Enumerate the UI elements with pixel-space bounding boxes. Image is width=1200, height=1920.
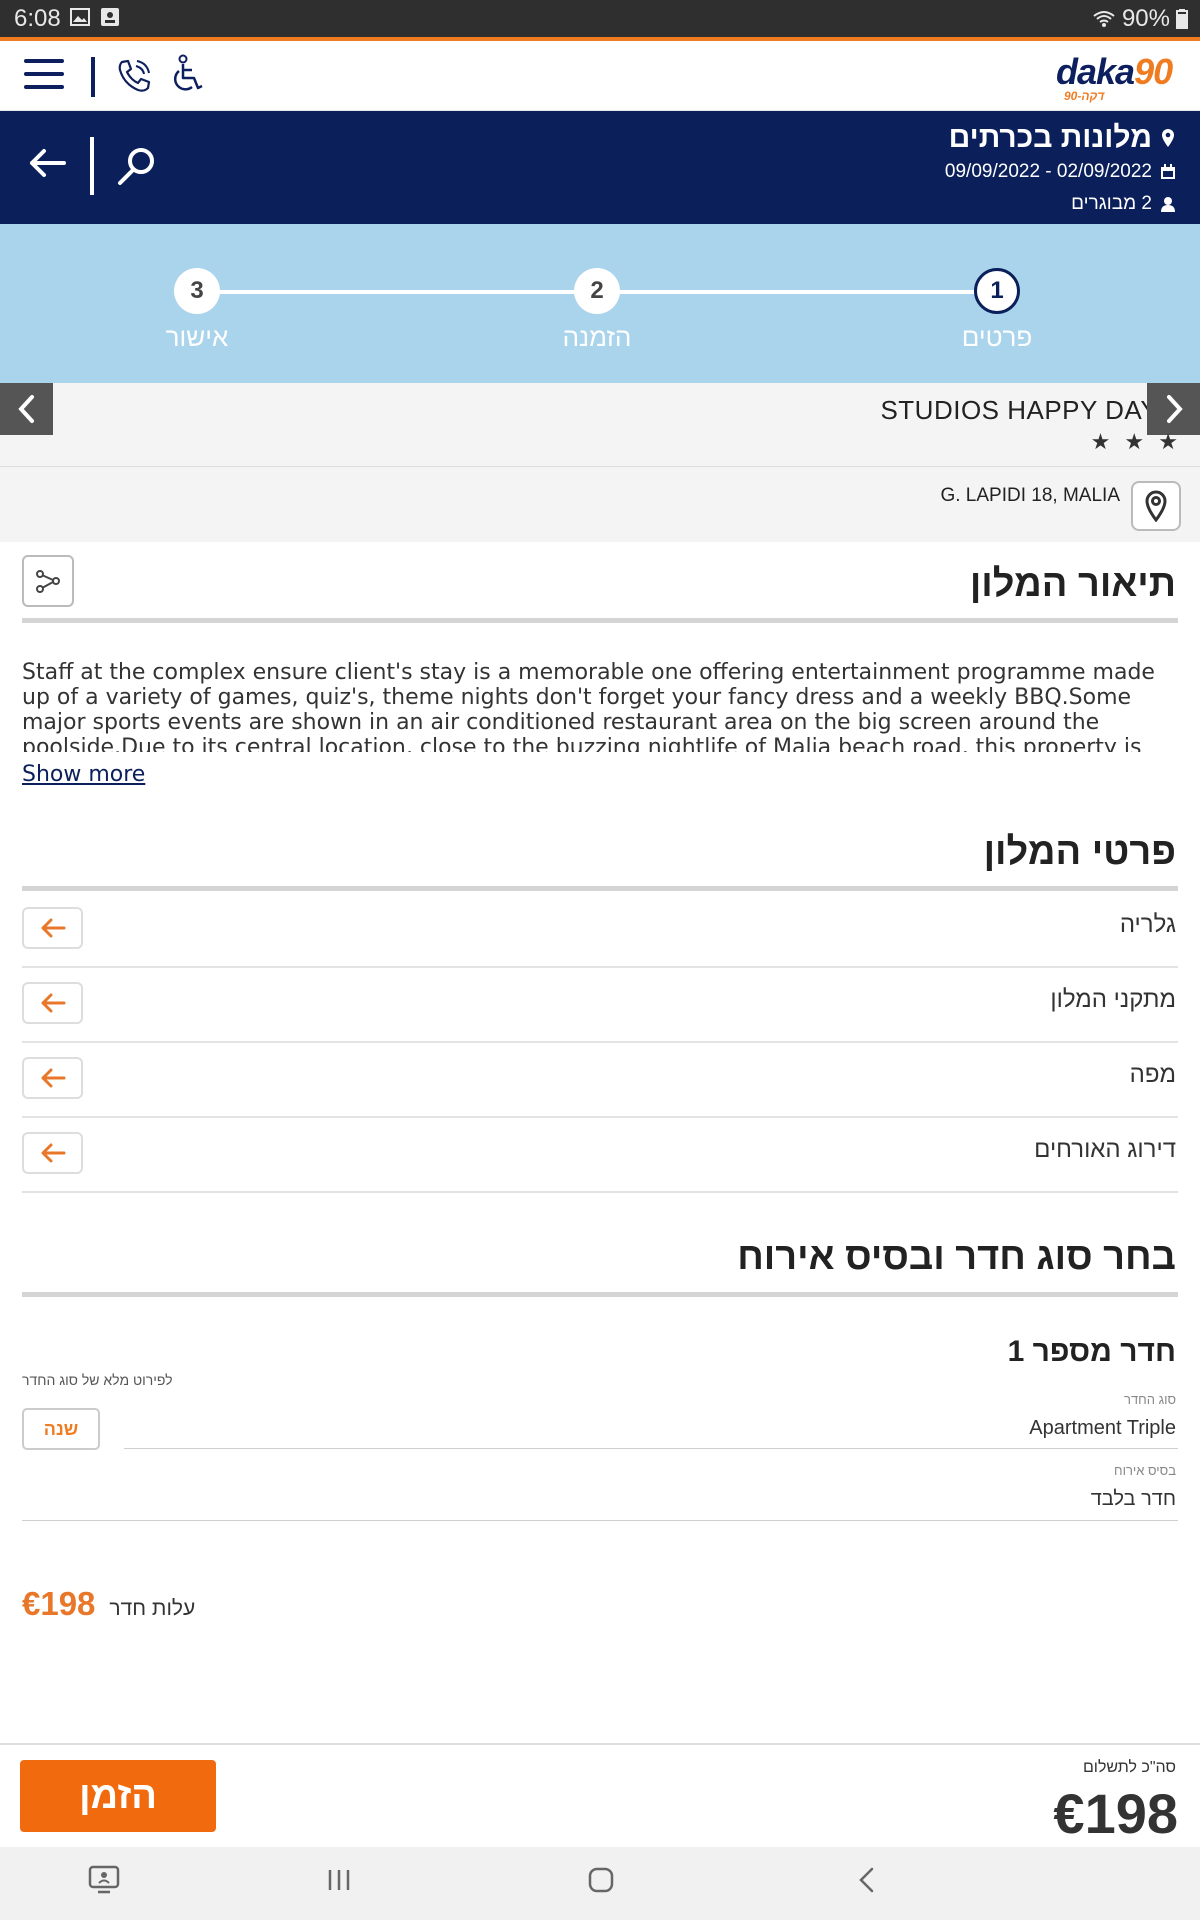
- hotel-description: Staff at the complex ensure client's sta…: [22, 660, 1155, 752]
- section-divider: [22, 886, 1178, 891]
- detail-row-map[interactable]: מפה: [22, 1043, 1178, 1118]
- step-label: הזמנה: [562, 322, 632, 352]
- room-details-note: לפירוט מלא של סוג החדר: [22, 1372, 173, 1388]
- field-underline: [22, 1520, 1178, 1521]
- detail-row-gallery[interactable]: גלריה: [22, 893, 1178, 968]
- battery-icon: [1176, 9, 1188, 29]
- total-label: סה"כ לתשלום: [1082, 1759, 1176, 1776]
- booking-stepper: 1 פרטים 2 הזמנה 3 אישור: [0, 224, 1200, 383]
- recent-apps-icon[interactable]: [324, 1865, 354, 1895]
- map-pin-icon: [1145, 490, 1167, 522]
- accessibility-icon[interactable]: [170, 54, 206, 98]
- share-button[interactable]: [22, 555, 74, 607]
- hotel-details-title: פרטי המלון: [983, 831, 1176, 873]
- status-bar: 6:08 90%: [0, 0, 1200, 37]
- book-button[interactable]: הזמן: [20, 1760, 216, 1832]
- search-dates: 02/09/2022 - 09/09/2022: [944, 161, 1152, 182]
- room-type-value[interactable]: Apartment Triple: [1029, 1417, 1176, 1440]
- detail-row-label: מפה: [1129, 1061, 1176, 1088]
- back-arrow-icon[interactable]: [28, 143, 68, 183]
- show-more-link[interactable]: Show more: [22, 762, 145, 787]
- phone-icon[interactable]: [114, 56, 154, 96]
- home-icon[interactable]: [586, 1865, 616, 1895]
- logo-brand: daka: [1056, 51, 1135, 92]
- step-details: 1 פרטים: [917, 268, 1077, 353]
- open-gallery-button[interactable]: [22, 907, 83, 949]
- step-booking: 2 הזמנה: [517, 268, 677, 353]
- wifi-icon: [1093, 11, 1115, 27]
- detail-row-label: גלריה: [1119, 911, 1176, 938]
- field-underline: [124, 1448, 1178, 1449]
- step-label: פרטים: [961, 322, 1033, 352]
- detail-row-label: דירוג האורחים: [1034, 1136, 1176, 1163]
- hotel-address-bar: G. LAPIDI 18, MALIA: [0, 467, 1200, 542]
- nav-divider: [91, 57, 95, 97]
- room-cost-value: €198: [22, 1585, 96, 1622]
- header-divider: [90, 137, 94, 195]
- description-title: תיאור המלון: [969, 563, 1176, 605]
- arrow-left-icon: [41, 918, 65, 938]
- step-confirmation: 3 אישור: [117, 268, 277, 353]
- hotel-name: STUDIOS HAPPY DAYS: [880, 395, 1176, 425]
- hotel-stars: ★ ★ ★: [1090, 429, 1182, 454]
- logo-number: 90: [1134, 51, 1173, 92]
- hotel-address: G. LAPIDI 18, MALIA: [940, 485, 1120, 506]
- room-selection-title: בחר סוג חדר ובסיס אירוח: [737, 1236, 1176, 1278]
- board-basis-value[interactable]: חדר בלבד: [1091, 1488, 1176, 1511]
- screen-assist-icon[interactable]: [88, 1865, 120, 1895]
- open-map-button[interactable]: [22, 1057, 83, 1099]
- calendar-icon: [1161, 164, 1175, 179]
- next-hotel-button[interactable]: [1147, 383, 1200, 435]
- search-icon[interactable]: [116, 145, 158, 187]
- search-guests: 2 מבוגרים: [1071, 193, 1152, 214]
- location-pin-icon: [1162, 129, 1174, 147]
- open-guest-rating-button[interactable]: [22, 1132, 83, 1174]
- search-summary[interactable]: מלונות בכרתים 02/09/2022 - 09/09/2022 2 …: [0, 111, 1200, 224]
- search-destination: מלונות בכרתים: [948, 121, 1152, 154]
- battery-percent: 90%: [1121, 5, 1170, 32]
- gallery-icon: [70, 8, 90, 26]
- section-divider: [22, 1292, 1178, 1297]
- open-facilities-button[interactable]: [22, 982, 83, 1024]
- detail-row-guest-rating[interactable]: דירוג האורחים: [22, 1118, 1178, 1193]
- room-number-title: חדר מספר 1: [1007, 1335, 1176, 1368]
- system-navigation-bar: [0, 1847, 1200, 1920]
- step-number: 3: [174, 268, 220, 314]
- user-icon: [1161, 197, 1175, 212]
- change-room-button[interactable]: שנה: [22, 1408, 100, 1450]
- step-label: אישור: [165, 322, 229, 352]
- arrow-left-icon: [41, 1143, 65, 1163]
- top-nav: daka90 דקה-90: [0, 41, 1200, 111]
- menu-icon[interactable]: [24, 59, 64, 93]
- step-number: 1: [974, 268, 1020, 314]
- notification-icon: [101, 8, 119, 26]
- hotel-header: STUDIOS HAPPY DAYS ★ ★ ★: [0, 383, 1200, 467]
- detail-row-label: מתקני המלון: [1050, 986, 1176, 1013]
- total-price: €198: [1053, 1782, 1178, 1845]
- room-cost: €198 עלות חדר: [22, 1585, 195, 1623]
- detail-row-facilities[interactable]: מתקני המלון: [22, 968, 1178, 1043]
- step-number: 2: [574, 268, 620, 314]
- chevron-left-icon: [17, 395, 34, 423]
- arrow-left-icon: [41, 1068, 65, 1088]
- share-icon: [36, 570, 60, 593]
- logo[interactable]: daka90 דקה-90: [1056, 51, 1186, 103]
- arrow-left-icon: [41, 993, 65, 1013]
- system-back-icon[interactable]: [852, 1865, 882, 1895]
- logo-tagline: דקה-90: [1064, 89, 1105, 103]
- room-type-label: סוג החדר: [1124, 1392, 1176, 1407]
- chevron-right-icon: [1166, 395, 1183, 423]
- section-divider: [22, 618, 1178, 623]
- board-basis-label: בסיס אירוח: [1114, 1463, 1176, 1478]
- map-pin-button[interactable]: [1131, 481, 1181, 531]
- prev-hotel-button[interactable]: [0, 383, 53, 435]
- checkout-footer: הזמן סה"כ לתשלום €198: [0, 1743, 1200, 1847]
- room-cost-label: עלות חדר: [109, 1597, 196, 1620]
- status-time: 6:08: [14, 5, 61, 32]
